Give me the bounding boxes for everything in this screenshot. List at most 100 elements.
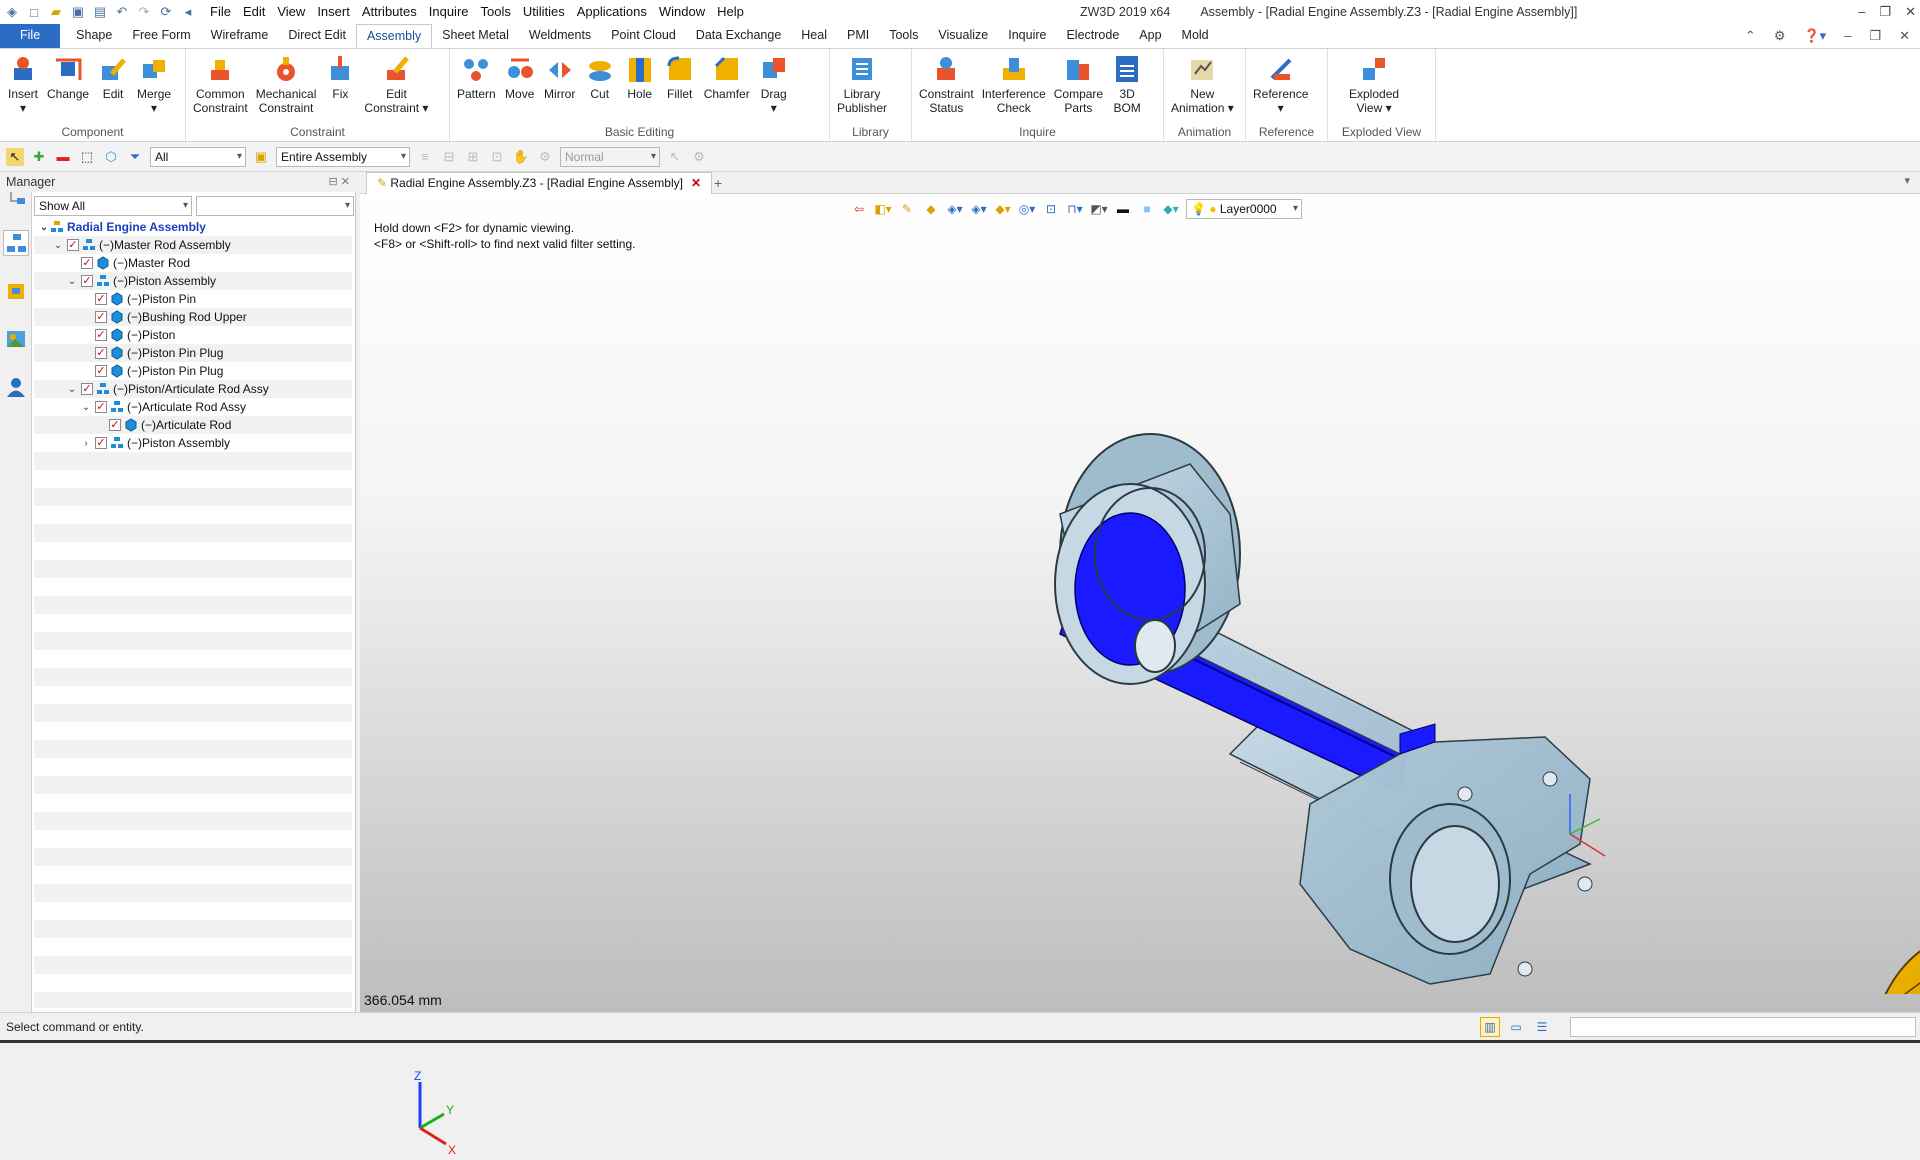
ribbon-tab-shape[interactable]: Shape	[66, 24, 122, 48]
mode-combo[interactable]: Normal	[560, 146, 660, 167]
ribbon-tab-direct-edit[interactable]: Direct Edit	[278, 24, 356, 48]
ribbon-tab-app[interactable]: App	[1129, 24, 1171, 48]
tree-checkbox[interactable]: ✓	[81, 275, 93, 287]
close-icon[interactable]: ✕	[1905, 0, 1916, 24]
command-input[interactable]	[1570, 1017, 1916, 1037]
ribbon-tab-mold[interactable]: Mold	[1172, 24, 1219, 48]
tree-checkbox[interactable]: ✓	[95, 329, 107, 341]
ribbon-tab-sheet-metal[interactable]: Sheet Metal	[432, 24, 519, 48]
tree-expander-icon[interactable]: ›	[80, 438, 92, 449]
settings-gear-icon[interactable]: ⚙	[1774, 24, 1786, 48]
tree-checkbox[interactable]: ✓	[95, 293, 107, 305]
reference-dropdown-icon[interactable]: ▾	[1278, 101, 1284, 115]
tree-row[interactable]: ⌄ ✓ (−)Piston/Articulate Rod Assy	[34, 380, 352, 398]
drag-dropdown-icon[interactable]: ▾	[771, 101, 777, 115]
tree-row[interactable]: ✓ (−)Piston Pin	[34, 290, 352, 308]
open-folder-icon[interactable]: ▰	[48, 4, 64, 20]
ribbon-tab-pmi[interactable]: PMI	[837, 24, 879, 48]
close-doc-icon[interactable]: ✕	[1899, 24, 1910, 48]
filter-combo[interactable]: All	[150, 146, 246, 167]
add-select-icon[interactable]: ✚	[30, 148, 48, 166]
lasso-select-icon[interactable]: ⬡	[102, 148, 120, 166]
tree-checkbox[interactable]: ✓	[95, 347, 107, 359]
manager-search-input[interactable]	[196, 196, 354, 216]
model-canvas[interactable]	[360, 194, 1920, 994]
menu-utilities[interactable]: Utilities	[517, 0, 571, 24]
document-tab[interactable]: ✎ Radial Engine Assembly.Z3 - [Radial En…	[366, 172, 713, 194]
lower-piston-skirt[interactable]	[1870, 934, 1920, 994]
tree-row[interactable]: ⌄ ✓ (−)Master Rod Assembly	[34, 236, 352, 254]
tree-checkbox[interactable]: ✓	[81, 257, 93, 269]
help-icon[interactable]: ❓▾	[1803, 24, 1826, 48]
restore-doc-icon[interactable]: ❐	[1869, 24, 1881, 48]
menu-file[interactable]: File	[204, 0, 237, 24]
tree-row[interactable]: ✓ (−)Piston Pin Plug	[34, 344, 352, 362]
assembly-tree-icon[interactable]	[3, 230, 29, 256]
menu-tools[interactable]: Tools	[475, 0, 517, 24]
print-icon[interactable]: ▤	[92, 4, 108, 20]
tree-row[interactable]: ✓ (−)Articulate Rod	[34, 416, 352, 434]
tree-row[interactable]: ✓ (−)Piston	[34, 326, 352, 344]
tree-row[interactable]: ⌄ ✓ (−)Articulate Rod Assy	[34, 398, 352, 416]
restore-icon[interactable]: ❐	[1879, 0, 1891, 24]
graphics-viewport[interactable]: ✎ Radial Engine Assembly.Z3 - [Radial En…	[360, 172, 1920, 1157]
tree-expander-icon[interactable]: ⌄	[66, 384, 78, 395]
ribbon-tab-visualize[interactable]: Visualize	[928, 24, 998, 48]
document-tab-close-icon[interactable]: ✕	[691, 176, 701, 190]
tree-checkbox[interactable]: ✓	[109, 419, 121, 431]
undo-icon[interactable]: ↶	[114, 4, 130, 20]
user-roles-icon[interactable]	[3, 374, 29, 400]
ribbon-tab-file[interactable]: File	[0, 24, 61, 48]
tree-checkbox[interactable]: ✓	[95, 365, 107, 377]
status-display-icon[interactable]: ▭	[1506, 1017, 1526, 1037]
new-file-icon[interactable]: □	[26, 4, 42, 20]
back-arrow-icon[interactable]: ◂	[180, 4, 196, 20]
ribbon-tab-data-exchange[interactable]: Data Exchange	[686, 24, 791, 48]
tree-checkbox[interactable]: ✓	[67, 239, 79, 251]
part-library-icon[interactable]	[3, 278, 29, 304]
tree-checkbox[interactable]: ✓	[81, 383, 93, 395]
tree-expander-icon[interactable]: ⌄	[80, 402, 92, 413]
insert-dropdown-icon[interactable]: ▾	[20, 101, 26, 115]
minimize-icon[interactable]: –	[1858, 0, 1865, 24]
ribbon-tab-inquire[interactable]: Inquire	[998, 24, 1056, 48]
save-icon[interactable]: ▣	[70, 4, 86, 20]
tree-checkbox[interactable]: ✓	[95, 401, 107, 413]
tree-row[interactable]: ⌄ ✓ (−)Piston Assembly	[34, 272, 352, 290]
ribbon-tab-point-cloud[interactable]: Point Cloud	[601, 24, 686, 48]
select-arrow-icon[interactable]: ↖	[6, 147, 24, 166]
box-select-icon[interactable]: ⬚	[78, 148, 96, 166]
collapse-ribbon-icon[interactable]: ⌃	[1745, 24, 1756, 48]
menu-window[interactable]: Window	[653, 0, 711, 24]
menu-applications[interactable]: Applications	[571, 0, 653, 24]
tree-row[interactable]: ✓ (−)Master Rod	[34, 254, 352, 272]
menu-attributes[interactable]: Attributes	[356, 0, 423, 24]
show-combo[interactable]: Show All	[34, 196, 192, 216]
tree-checkbox[interactable]: ✓	[95, 311, 107, 323]
tree-row[interactable]: ✓ (−)Piston Pin Plug	[34, 362, 352, 380]
ribbon-tab-assembly[interactable]: Assembly	[355, 24, 433, 48]
minimize-doc-icon[interactable]: –	[1844, 24, 1851, 48]
tree-row[interactable]: ⌄ Radial Engine Assembly	[34, 218, 352, 236]
manager-pin-close-icon[interactable]: ⊟ ✕	[329, 172, 351, 192]
ribbon-tab-electrode[interactable]: Electrode	[1056, 24, 1129, 48]
menu-edit[interactable]: Edit	[237, 0, 271, 24]
ribbon-tab-heal[interactable]: Heal	[791, 24, 837, 48]
tree-expander-icon[interactable]: ⌄	[38, 222, 50, 233]
redo-icon[interactable]: ↷	[136, 4, 152, 20]
ribbon-tab-tools[interactable]: Tools	[879, 24, 928, 48]
filter-icon[interactable]: ⏷	[126, 148, 144, 166]
remove-select-icon[interactable]: ▬	[54, 148, 72, 166]
menu-view[interactable]: View	[271, 0, 311, 24]
menu-inquire[interactable]: Inquire	[423, 0, 475, 24]
ribbon-tab-wireframe[interactable]: Wireframe	[201, 24, 279, 48]
merge-dropdown-icon[interactable]: ▾	[151, 101, 157, 115]
tree-checkbox[interactable]: ✓	[95, 437, 107, 449]
tree-row[interactable]: › ✓ (−)Piston Assembly	[34, 434, 352, 452]
refresh-icon[interactable]: ⟳	[158, 4, 174, 20]
ribbon-tab-free-form[interactable]: Free Form	[122, 24, 200, 48]
tree-row[interactable]: ✓ (−)Bushing Rod Upper	[34, 308, 352, 326]
scope-combo[interactable]: Entire Assembly	[276, 146, 410, 167]
visual-styles-icon[interactable]	[3, 326, 29, 352]
tree-expander-icon[interactable]: ⌄	[66, 276, 78, 287]
